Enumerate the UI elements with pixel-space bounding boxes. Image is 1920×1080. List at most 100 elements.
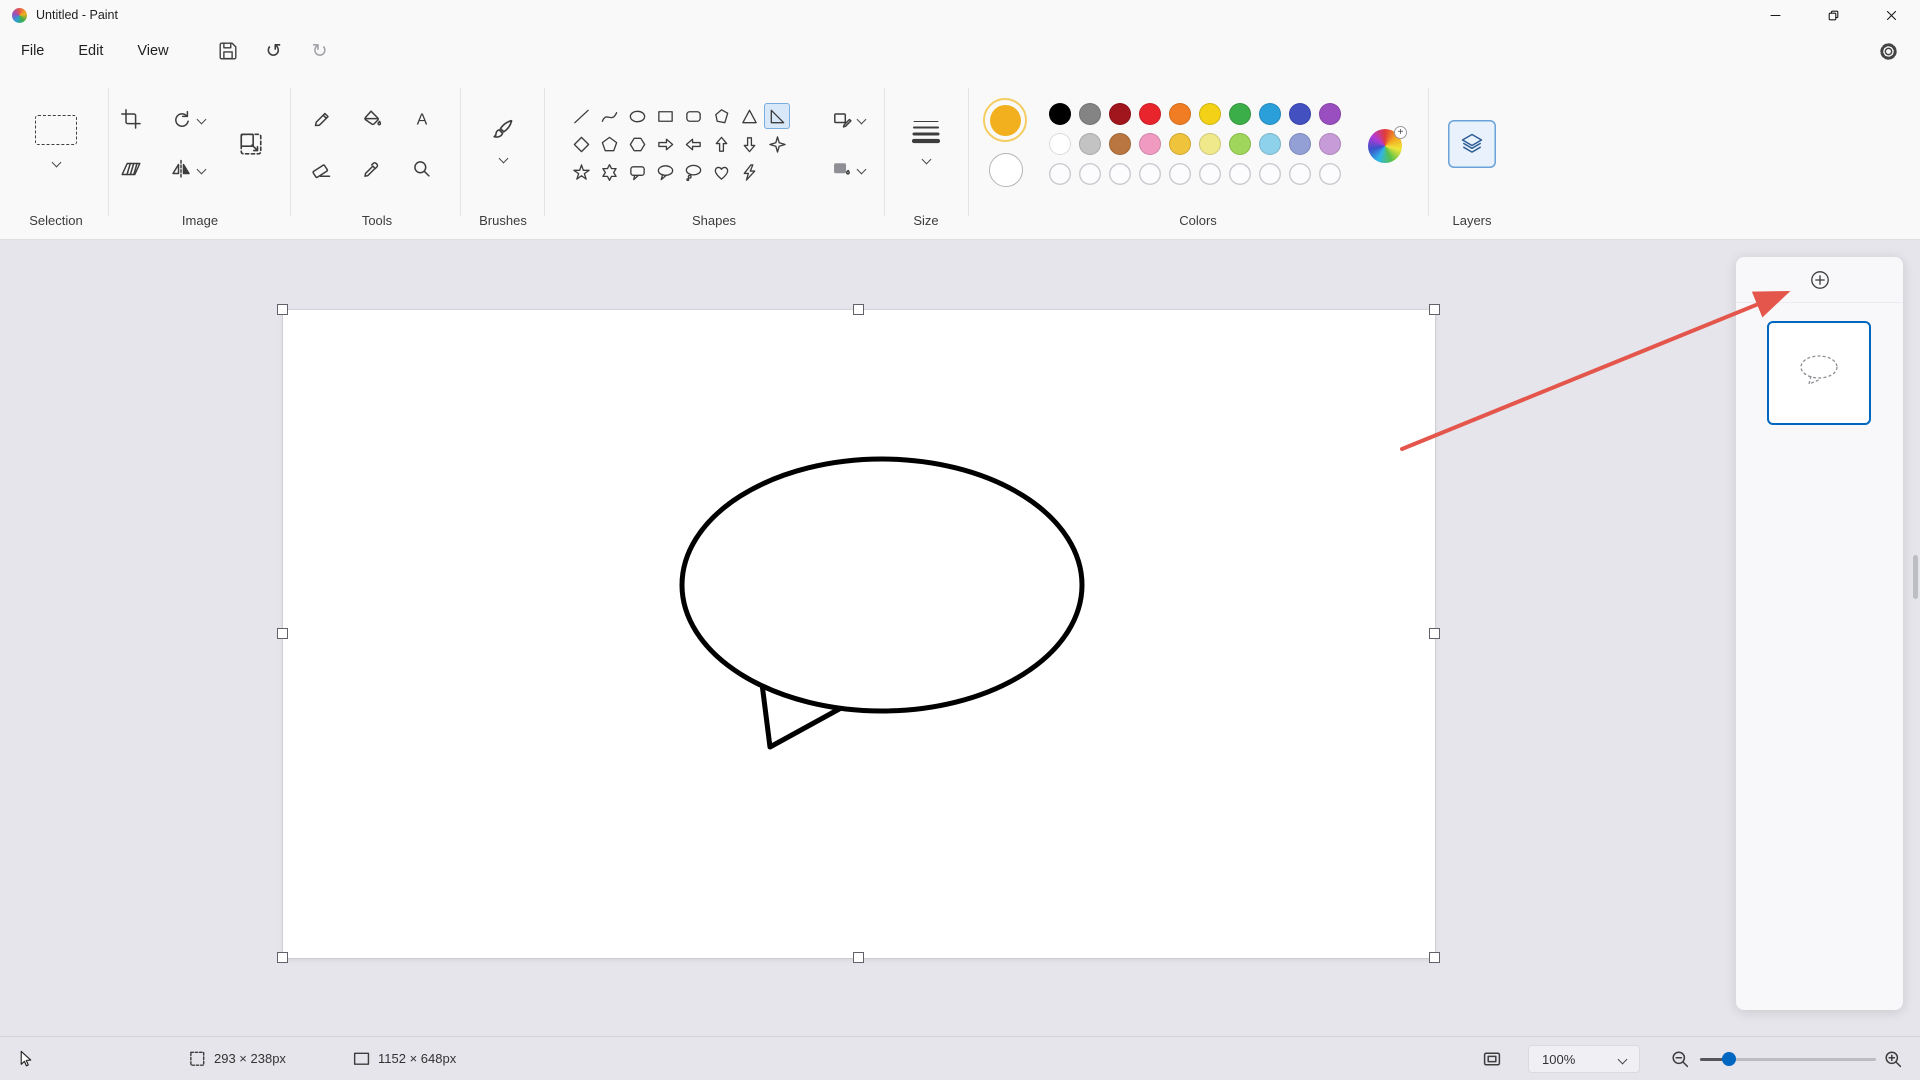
- vertical-scrollbar[interactable]: [1913, 555, 1918, 599]
- color-swatch[interactable]: [1169, 133, 1191, 155]
- color-swatch[interactable]: [1289, 103, 1311, 125]
- color-swatch[interactable]: [1139, 133, 1161, 155]
- color-swatch[interactable]: [1259, 103, 1281, 125]
- shape-star-4[interactable]: [764, 131, 790, 157]
- canvas-handle-middle-left[interactable]: [277, 628, 288, 639]
- color-swatch[interactable]: [1049, 103, 1071, 125]
- shape-arrow-down[interactable]: [736, 131, 762, 157]
- color-picker-tool-button[interactable]: [353, 150, 391, 188]
- color-swatch[interactable]: [1199, 103, 1221, 125]
- shape-curve[interactable]: [596, 103, 622, 129]
- crop-button[interactable]: [112, 100, 150, 138]
- edit-colors-button[interactable]: +: [1368, 129, 1402, 163]
- shape-callout-cloud[interactable]: [680, 159, 706, 185]
- shape-rectangle[interactable]: [652, 103, 678, 129]
- shape-rounded-rectangle[interactable]: [680, 103, 706, 129]
- resize-button[interactable]: [228, 121, 274, 167]
- redo-button[interactable]: ↻: [302, 35, 338, 67]
- canvas-handle-top-center[interactable]: [853, 304, 864, 315]
- selection-tool-button[interactable]: [22, 88, 90, 192]
- empty-color-slot[interactable]: [1139, 163, 1161, 185]
- color2-selector[interactable]: [989, 153, 1023, 187]
- color-swatch[interactable]: [1319, 103, 1341, 125]
- color-swatch[interactable]: [1199, 133, 1221, 155]
- color-swatch[interactable]: [1079, 133, 1101, 155]
- magnifier-tool-button[interactable]: [403, 150, 441, 188]
- color-swatch[interactable]: [1259, 133, 1281, 155]
- empty-color-slot[interactable]: [1259, 163, 1281, 185]
- canvas-handle-bottom-right[interactable]: [1429, 952, 1440, 963]
- fill-tool-button[interactable]: [353, 100, 391, 138]
- empty-color-slot[interactable]: [1079, 163, 1101, 185]
- pencil-tool-button[interactable]: [303, 100, 341, 138]
- shape-heart[interactable]: [708, 159, 734, 185]
- flip-button[interactable]: [158, 150, 216, 188]
- shape-arrow-up[interactable]: [708, 131, 734, 157]
- shape-arrow-left[interactable]: [680, 131, 706, 157]
- shape-star-6[interactable]: [596, 159, 622, 185]
- add-layer-button[interactable]: [1807, 267, 1833, 293]
- empty-color-slot[interactable]: [1229, 163, 1251, 185]
- settings-button[interactable]: [1870, 35, 1906, 67]
- shape-hexagon[interactable]: [624, 131, 650, 157]
- minimize-button[interactable]: [1746, 0, 1804, 30]
- menu-view[interactable]: View: [120, 36, 185, 66]
- empty-color-slot[interactable]: [1169, 163, 1191, 185]
- rotate-button[interactable]: [158, 100, 216, 138]
- shape-arrow-right[interactable]: [652, 131, 678, 157]
- shape-diamond[interactable]: [568, 131, 594, 157]
- shape-fill-button[interactable]: [820, 154, 876, 184]
- zoom-in-button[interactable]: [1883, 1037, 1903, 1080]
- zoom-slider-thumb[interactable]: [1722, 1052, 1736, 1066]
- layers-toggle-button[interactable]: [1448, 120, 1496, 168]
- undo-button[interactable]: ↺: [256, 35, 292, 67]
- layer-thumbnail[interactable]: [1767, 321, 1871, 425]
- color-swatch[interactable]: [1139, 103, 1161, 125]
- menu-file[interactable]: File: [4, 36, 61, 66]
- shape-callout-rounded[interactable]: [624, 159, 650, 185]
- color-swatch[interactable]: [1229, 133, 1251, 155]
- shape-ellipse[interactable]: [624, 103, 650, 129]
- shape-outline-button[interactable]: [820, 104, 876, 134]
- size-button[interactable]: [900, 98, 952, 182]
- maximize-button[interactable]: [1804, 0, 1862, 30]
- shape-lightning[interactable]: [736, 159, 762, 185]
- close-button[interactable]: [1862, 0, 1920, 30]
- brushes-button[interactable]: [478, 96, 528, 182]
- zoom-slider[interactable]: [1700, 1037, 1876, 1080]
- shape-callout-oval[interactable]: [652, 159, 678, 185]
- menu-edit[interactable]: Edit: [61, 36, 120, 66]
- empty-color-slot[interactable]: [1289, 163, 1311, 185]
- color-swatch[interactable]: [1229, 103, 1251, 125]
- skew-button[interactable]: [112, 150, 150, 188]
- shape-polygon[interactable]: [708, 103, 734, 129]
- canvas-handle-top-right[interactable]: [1429, 304, 1440, 315]
- empty-color-slot[interactable]: [1199, 163, 1221, 185]
- shape-line[interactable]: [568, 103, 594, 129]
- save-button[interactable]: [210, 35, 246, 67]
- canvas-handle-bottom-center[interactable]: [853, 952, 864, 963]
- eraser-tool-button[interactable]: [303, 150, 341, 188]
- empty-color-slot[interactable]: [1049, 163, 1071, 185]
- color-swatch[interactable]: [1169, 103, 1191, 125]
- color-swatch[interactable]: [1319, 133, 1341, 155]
- shape-pentagon[interactable]: [596, 131, 622, 157]
- fit-to-window-button[interactable]: [1482, 1037, 1502, 1080]
- drawing-canvas[interactable]: [283, 310, 1435, 958]
- empty-color-slot[interactable]: [1109, 163, 1131, 185]
- canvas-handle-middle-right[interactable]: [1429, 628, 1440, 639]
- canvas-handle-top-left[interactable]: [277, 304, 288, 315]
- shape-star-5[interactable]: [568, 159, 594, 185]
- color-swatch[interactable]: [1049, 133, 1071, 155]
- shape-right-triangle[interactable]: [764, 103, 790, 129]
- empty-color-slot[interactable]: [1319, 163, 1341, 185]
- zoom-level-dropdown[interactable]: 100%: [1528, 1045, 1640, 1073]
- zoom-out-button[interactable]: [1670, 1037, 1690, 1080]
- color-swatch[interactable]: [1109, 133, 1131, 155]
- color1-selector[interactable]: [983, 98, 1027, 142]
- color-swatch[interactable]: [1109, 103, 1131, 125]
- color-swatch[interactable]: [1289, 133, 1311, 155]
- color-swatch[interactable]: [1079, 103, 1101, 125]
- shape-triangle[interactable]: [736, 103, 762, 129]
- canvas-handle-bottom-left[interactable]: [277, 952, 288, 963]
